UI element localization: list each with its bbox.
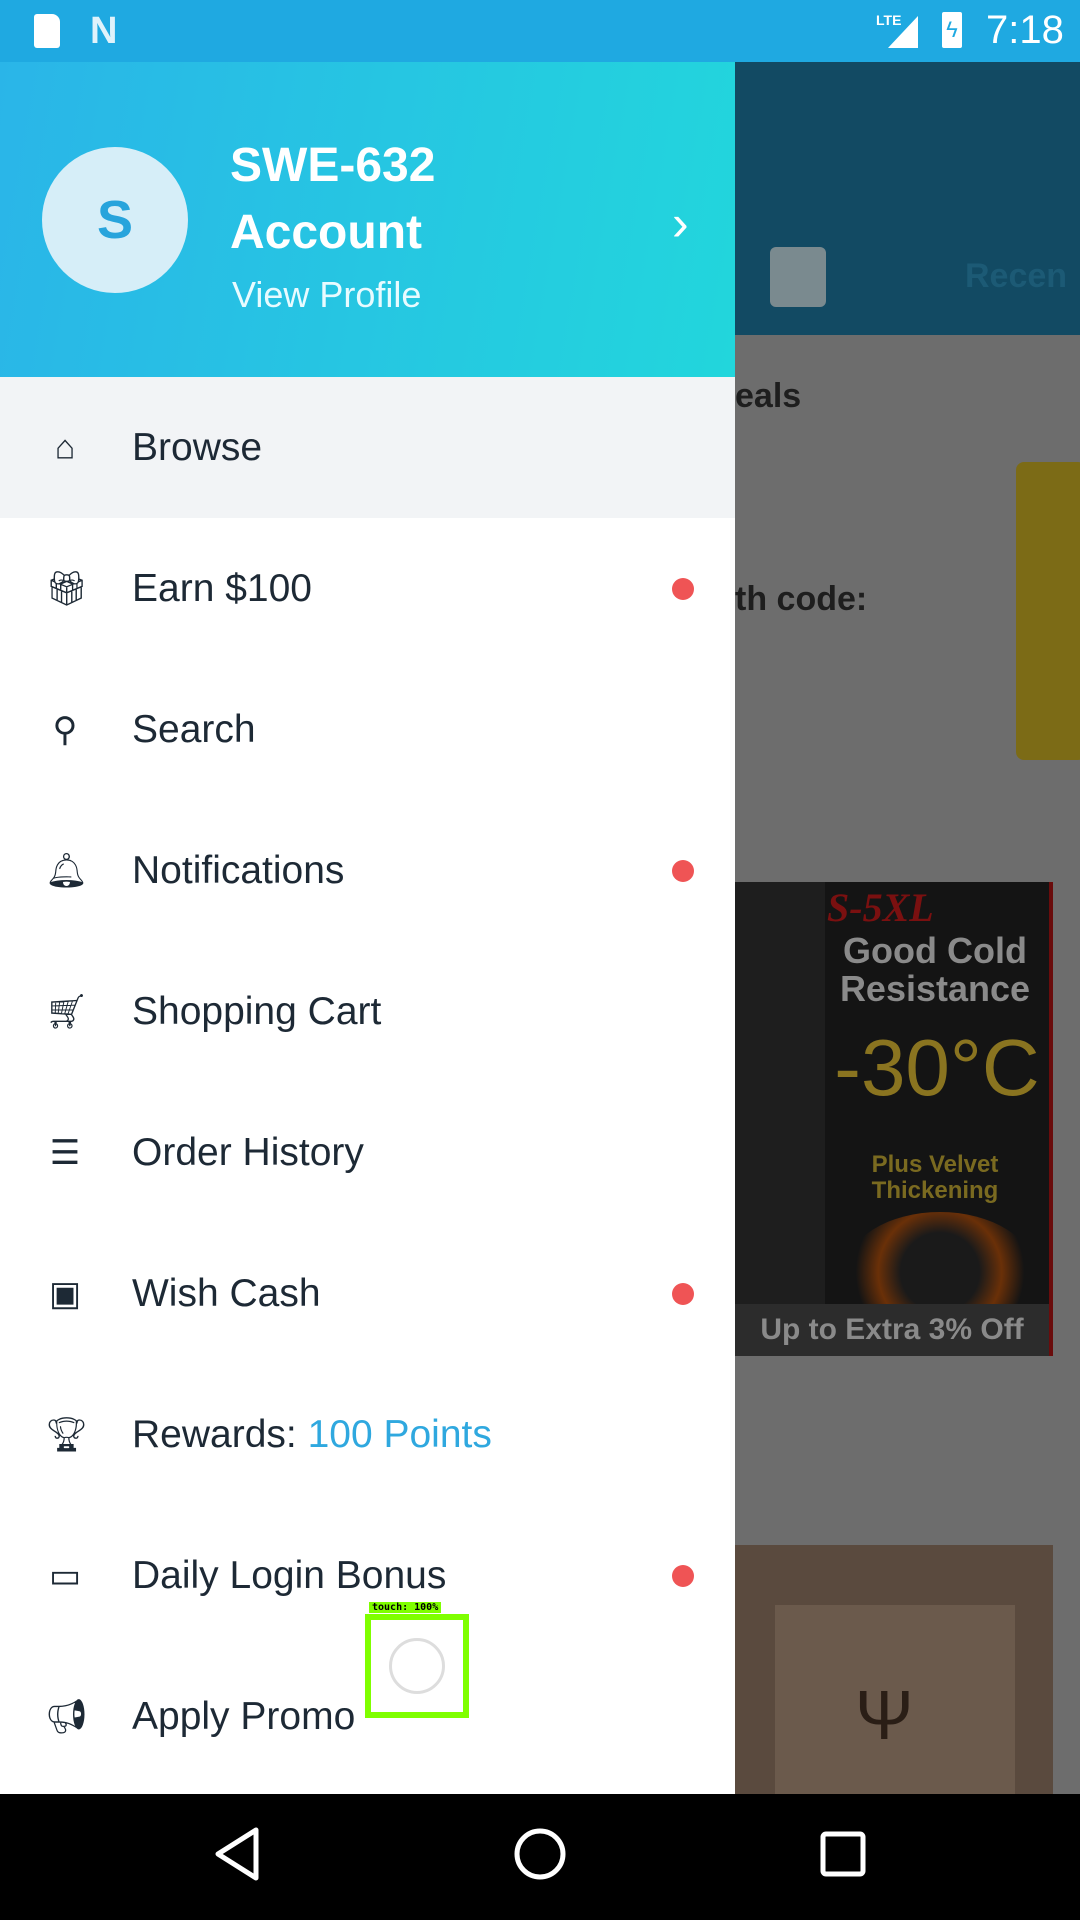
tab-recent: Recen — [965, 257, 1068, 295]
battery-charging-icon: ϟ — [942, 12, 962, 48]
touch-indicator: touch: 100% — [365, 1602, 469, 1718]
background-app-bar: Recen — [735, 62, 1080, 335]
receipt-icon: ☰ — [49, 1133, 81, 1172]
home-icon: ⌂ — [54, 428, 76, 466]
notification-badge — [672, 1564, 694, 1587]
ad-offer: Up to Extra 3% Off — [735, 1304, 1049, 1356]
back-icon[interactable] — [212, 1826, 262, 1882]
clock: 7:18 — [986, 8, 1064, 52]
ad-headline: Good Cold Resistance — [839, 930, 1031, 1009]
background-content-scrim[interactable]: Recen eals th code: S-5XL Good Cold Resi… — [735, 62, 1080, 1794]
ad-size: S-5XL — [827, 885, 934, 930]
product-image-2: Ψ — [735, 1545, 1053, 1794]
notification-badge — [672, 1282, 694, 1305]
ad-sub: Plus Velvet Thickening — [871, 1151, 999, 1204]
sd-card-icon — [34, 14, 60, 48]
pants-image — [735, 882, 825, 1356]
chevron-right-icon[interactable]: › — [672, 194, 689, 252]
deer-image: Ψ — [855, 1676, 914, 1754]
ad-temp: -30°C — [834, 1023, 1040, 1112]
account-name-line2: Account — [230, 206, 422, 259]
label-text: Order History — [132, 1130, 364, 1174]
account-name-line1: SWE-632 — [230, 139, 436, 192]
drawer-item-label: Apply Promo — [132, 1695, 355, 1739]
promo-card — [1016, 462, 1080, 760]
drawer-item-wish-cash[interactable]: ▣ Wish Cash — [0, 1223, 735, 1364]
gift-icon: 🎁︎ — [45, 569, 89, 608]
drawer-item-label: Notifications — [132, 849, 344, 893]
drawer-item-earn-100[interactable]: 🎁︎ Earn $100 — [0, 518, 735, 659]
label-text: Wish Cash — [132, 1271, 321, 1315]
drawer-item-shopping-cart[interactable]: 🛒︎ Shopping Cart — [0, 941, 735, 1082]
drawer-item-rewards[interactable]: 🏆︎ Rewards: 100 Points — [0, 1364, 735, 1505]
wallet-icon: ▣ — [48, 1274, 82, 1313]
drawer-item-notifications[interactable]: 🔔︎ Notifications — [0, 800, 735, 941]
points-value: 100 Points — [307, 1412, 492, 1456]
notification-badge — [672, 577, 694, 600]
product-ad-image: S-5XL Good Cold Resistance -30°C Plus Ve… — [735, 882, 1053, 1356]
drawer-item-label: Daily Login Bonus — [132, 1554, 446, 1598]
account-name: SWE-632 Account — [230, 132, 435, 266]
drawer-item-label: Shopping Cart — [132, 990, 381, 1034]
status-bar: N LTE ϟ 7:18 — [0, 0, 1080, 62]
label-text: Daily Login Bonus — [132, 1553, 447, 1597]
recents-icon[interactable] — [818, 1826, 868, 1882]
drawer-item-label: Search — [132, 708, 256, 752]
calendar-icon: ▭ — [48, 1556, 82, 1595]
label-text: Browse — [132, 425, 263, 469]
drawer-item-label: Rewards: 100 Points — [132, 1413, 492, 1457]
home-button-icon[interactable] — [512, 1826, 568, 1882]
trophy-icon: 🏆︎ — [45, 1415, 89, 1454]
navigation-drawer: S SWE-632 Account View Profile › ⌂ Brows… — [0, 62, 735, 1794]
label-text: Earn $100 — [132, 566, 312, 610]
drawer-item-search[interactable]: ⚲ Search — [0, 659, 735, 800]
drawer-item-order-history[interactable]: ☰ Order History — [0, 1082, 735, 1223]
system-nav-bar — [0, 1794, 1080, 1920]
notification-badge — [672, 859, 694, 882]
view-profile-link[interactable]: View Profile — [232, 274, 421, 316]
label-text: Rewards: — [132, 1412, 308, 1456]
search-icon: ⚲ — [52, 710, 78, 749]
drawer-item-browse[interactable]: ⌂ Browse — [0, 377, 735, 518]
shopping-bag-icon — [770, 247, 826, 307]
account-header[interactable]: S SWE-632 Account View Profile › — [0, 62, 735, 377]
drawer-item-label: Browse — [132, 426, 262, 470]
drawer-item-label: Order History — [132, 1131, 364, 1175]
bell-icon: 🔔︎ — [45, 851, 89, 890]
label-text: Apply Promo — [132, 1694, 356, 1738]
label-text: Search — [132, 707, 256, 751]
drawer-item-label: Wish Cash — [132, 1272, 321, 1316]
cart-icon: 🛒︎ — [45, 992, 89, 1031]
touch-circle — [389, 1638, 445, 1694]
touch-label: touch: 100% — [369, 1602, 442, 1613]
signal-icon — [888, 16, 918, 48]
label-text: Notifications — [132, 848, 345, 892]
n-notification-icon: N — [90, 10, 118, 52]
drawer-item-label: Earn $100 — [132, 567, 312, 611]
code-text: th code: — [735, 580, 868, 618]
avatar[interactable]: S — [42, 147, 188, 293]
megaphone-icon: 📢︎ — [45, 1697, 89, 1736]
label-text: Shopping Cart — [132, 989, 382, 1033]
deals-heading: eals — [735, 377, 802, 415]
